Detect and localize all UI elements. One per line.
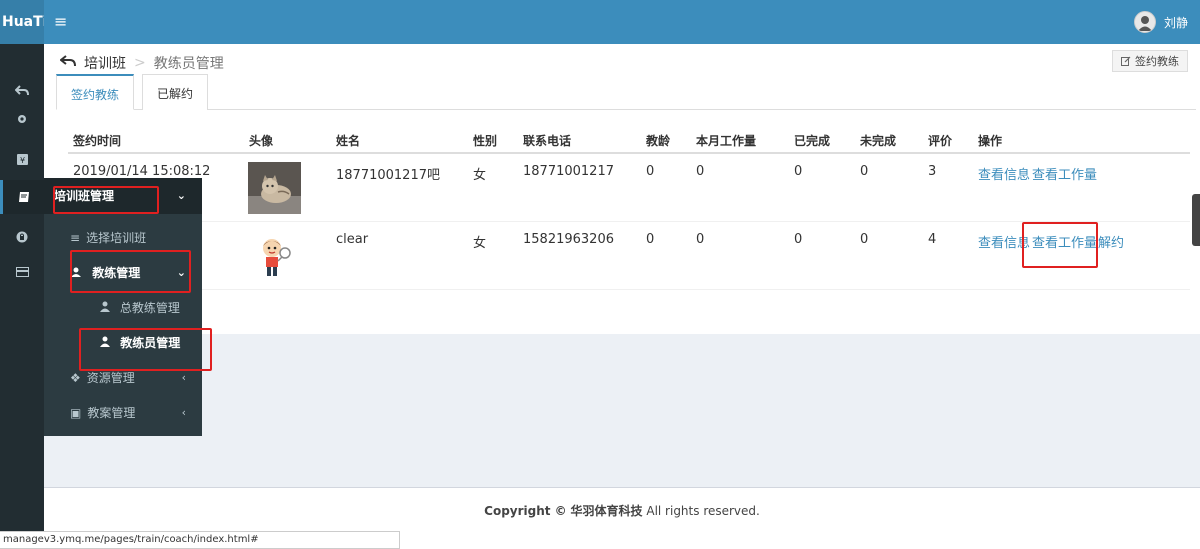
view-info-link[interactable]: 查看信息 — [978, 232, 1030, 251]
cell-done: 0 — [794, 164, 803, 179]
cell-signed-at: 2019/01/14 15:08:12 — [73, 164, 211, 179]
edit-icon — [1121, 56, 1131, 66]
menu-coach-staff[interactable]: 教练员管理 — [44, 328, 202, 358]
tab-bar: 签约教练 已解约 — [56, 74, 1196, 110]
cartoon-player-icon — [263, 239, 291, 276]
menu-label: 教案管理 — [87, 406, 136, 420]
cell-workload: 0 — [696, 164, 705, 179]
cell-years: 0 — [646, 232, 655, 247]
user-name: 刘静 — [1163, 15, 1188, 30]
copyright-label: Copyright © — [484, 504, 567, 518]
gear-icon[interactable] — [0, 102, 44, 136]
cell-workload: 0 — [696, 232, 705, 247]
breadcrumb-current: 教练员管理 — [153, 56, 224, 72]
col-years: 教龄 — [646, 134, 671, 148]
breadcrumb-separator: > — [134, 55, 146, 71]
menu-label: 选择培训班 — [86, 231, 147, 245]
menu-head-coach[interactable]: 总教练管理 — [44, 293, 202, 323]
lock-icon[interactable] — [0, 220, 44, 254]
cell-name: clear — [336, 232, 369, 247]
chevron-left-icon: ‹ — [181, 371, 186, 384]
menu-resource-management[interactable]: ❖ 资源管理 ‹ — [44, 363, 202, 393]
cell-years: 0 — [646, 164, 655, 179]
col-done: 已完成 — [794, 134, 831, 148]
sidebar: ¥ — [0, 44, 44, 549]
cell-done: 0 — [794, 232, 803, 247]
sign-coach-label: 签约教练 — [1135, 55, 1179, 68]
table-row: 2019/01/14 15:08:12 18771001217吧 女 18771… — [68, 154, 1190, 222]
avatar — [1133, 11, 1156, 33]
menu-toggle-icon[interactable]: ≡ — [54, 12, 70, 32]
chevron-down-icon: ⌄ — [176, 189, 186, 202]
card-icon[interactable] — [0, 255, 44, 289]
breadcrumb-training-class[interactable]: 培训班 — [84, 53, 126, 73]
sign-coach-button[interactable]: 签约教练 — [1112, 50, 1188, 72]
view-info-link[interactable]: 查看信息 — [978, 164, 1030, 183]
breadcrumb: 培训班 > 教练员管理 — [59, 53, 224, 73]
cell-rating: 4 — [928, 232, 937, 247]
col-undone: 未完成 — [860, 134, 897, 148]
book-icon[interactable] — [0, 180, 44, 214]
view-workload-link[interactable]: 查看工作量 — [1032, 164, 1097, 183]
company-name: 华羽体育科技 — [570, 504, 643, 518]
user-icon — [100, 336, 114, 350]
menu-label: 教练员管理 — [120, 336, 181, 350]
chevron-down-icon: ⌄ — [176, 266, 186, 279]
archive-icon: ▣ — [70, 406, 82, 420]
training-class-submenu: 培训班管理 ⌄ ≡ 选择培训班 教练管理 ⌄ 总教练管理 教练员管理 ❖ 资源管理 … — [44, 178, 202, 436]
coach-panel: 培训班 > 教练员管理 签约教练 签约教练 已解约 签约时间 头像 姓名 性别 … — [44, 44, 1200, 334]
cell-phone: 15821963206 — [523, 232, 614, 247]
cell-rating: 3 — [928, 164, 937, 179]
menu-select-class[interactable]: ≡ 选择培训班 — [44, 223, 202, 253]
yen-icon[interactable]: ¥ — [0, 142, 44, 176]
menu-label: 资源管理 — [86, 371, 135, 385]
col-workload: 本月工作量 — [696, 134, 757, 148]
status-bar-url: managev3.ymq.me/pages/train/coach/index.… — [0, 531, 400, 549]
user-menu[interactable]: 刘静 — [1133, 10, 1188, 34]
tab-signed-coaches[interactable]: 签约教练 — [56, 74, 135, 110]
users-icon — [70, 266, 86, 280]
cell-gender: 女 — [473, 236, 487, 251]
brand-logo[interactable]: HuaTi — [0, 0, 44, 44]
list-icon: ≡ — [70, 231, 81, 245]
col-rating: 评价 — [928, 134, 953, 148]
table-row: clear 女 15821963206 0 0 0 0 4 查看信息 查看工作量… — [68, 222, 1190, 290]
back-arrow-icon[interactable] — [59, 55, 76, 71]
cell-undone: 0 — [860, 164, 869, 179]
content-area: 培训班 > 教练员管理 签约教练 签约教练 已解约 签约时间 头像 姓名 性别 … — [44, 44, 1200, 487]
svg-text:¥: ¥ — [19, 156, 24, 165]
submenu-header-label: 培训班管理 — [54, 189, 115, 203]
cubes-icon: ❖ — [70, 371, 81, 385]
chevron-left-icon: ‹ — [181, 406, 186, 419]
avatar — [248, 162, 301, 214]
col-phone: 联系电话 — [523, 134, 572, 148]
cell-gender: 女 — [473, 168, 487, 183]
cat-photo-icon — [248, 162, 301, 214]
menu-coach-management[interactable]: 教练管理 ⌄ — [44, 258, 202, 288]
cell-undone: 0 — [860, 232, 869, 247]
view-workload-link[interactable]: 查看工作量 — [1032, 232, 1097, 251]
submenu-header[interactable]: 培训班管理 ⌄ — [44, 178, 202, 214]
col-name: 姓名 — [336, 134, 361, 148]
col-gender: 性别 — [473, 134, 498, 148]
copyright-text: Copyright © 华羽体育科技 All rights reserved. — [44, 502, 1200, 519]
tab-terminated[interactable]: 已解约 — [142, 74, 209, 110]
avatar — [258, 236, 292, 280]
menu-label: 总教练管理 — [119, 301, 180, 315]
col-actions: 操作 — [978, 134, 1003, 148]
table-header: 签约时间 头像 姓名 性别 联系电话 教龄 本月工作量 已完成 未完成 评价 操… — [68, 124, 1190, 154]
user-tie-icon — [100, 301, 114, 315]
cell-phone: 18771001217 — [523, 164, 614, 179]
rights-text: All rights reserved. — [646, 504, 760, 518]
menu-label: 教练管理 — [92, 266, 141, 280]
scrollbar-handle[interactable] — [1192, 194, 1200, 246]
menu-lesson-plan[interactable]: ▣ 教案管理 ‹ — [44, 398, 202, 428]
cell-name: 18771001217吧 — [336, 168, 440, 183]
terminate-link[interactable]: 解约 — [1098, 232, 1124, 251]
col-signed-at: 签约时间 — [73, 134, 122, 148]
col-avatar: 头像 — [249, 134, 274, 148]
top-navbar: HuaTi ≡ 刘静 — [0, 0, 1200, 44]
